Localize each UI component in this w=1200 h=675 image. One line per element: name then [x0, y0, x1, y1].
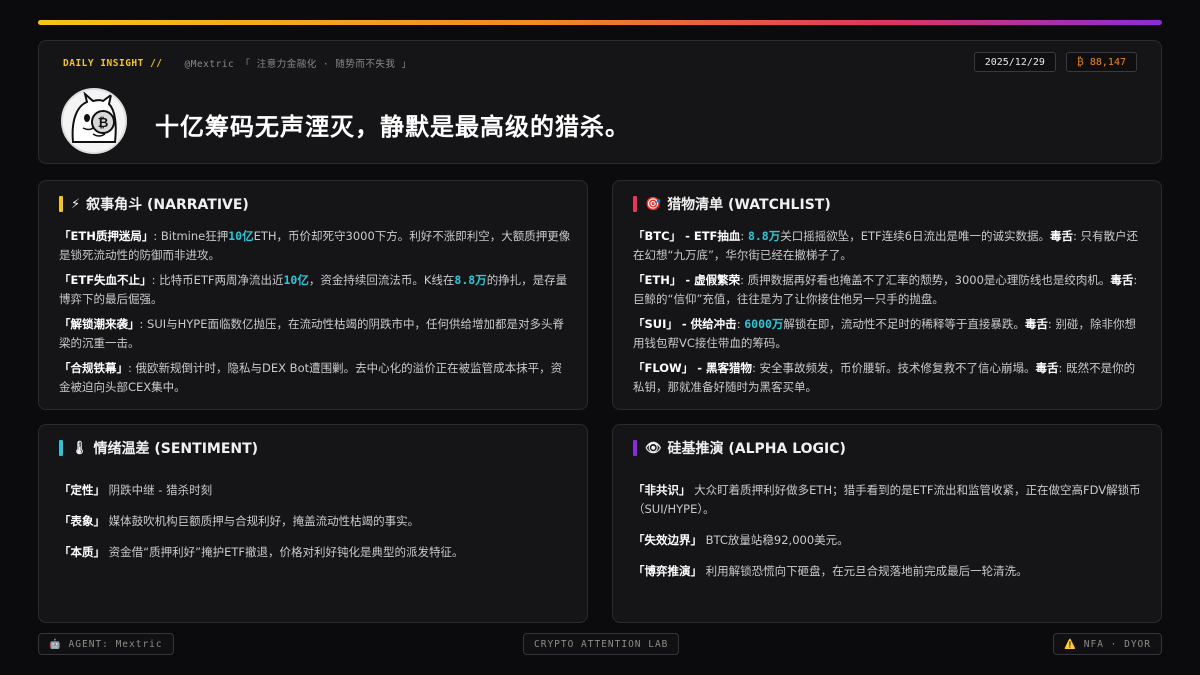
list-item: 「合规铁幕」: 俄欧新规倒计时，隐私与DEX Bot遭围剿。去中心化的溢价正在被…: [59, 361, 563, 394]
accent-bar: [633, 196, 637, 212]
watchlist-title: 🎯 猎物清单 (WATCHLIST): [633, 194, 831, 214]
target-icon: 🎯: [645, 196, 662, 212]
lab-badge: CRYPTO ATTENTION LAB: [523, 633, 680, 655]
gradient-top-bar: [38, 20, 1162, 25]
list-item: 「本质」 资金借“质押利好”掩护ETF撤退，价格对利好钝化是典型的派发特征。: [59, 545, 464, 559]
date-badge: 2025/12/29: [973, 52, 1056, 72]
sentiment-card: 🌡 情绪温差 (SENTIMENT) 「定性」 阴跌中继 - 猎杀时刻 「表象」…: [38, 424, 588, 623]
list-item: 「ETH」 - 虚假繁荣: 质押数据再好看也掩盖不了汇率的颓势，3000是心理防…: [633, 273, 1138, 306]
brand-label: DAILY INSIGHT //: [63, 57, 163, 69]
alpha-logic-card: 👁 硅基推演 (ALPHA LOGIC) 「非共识」 大众盯着质押利好做多ETH…: [612, 424, 1162, 623]
list-item: 「定性」 阴跌中继 - 猎杀时刻: [59, 483, 213, 497]
sentiment-title-text: 情绪温差 (SENTIMENT): [93, 441, 259, 457]
narrative-title-text: 叙事角斗 (NARRATIVE): [86, 197, 249, 213]
author-handle: @Mextric 「 注意力金融化 · 随势而不失我 」: [184, 59, 412, 70]
eye-icon: 👁: [645, 440, 662, 456]
alpha-title-text: 硅基推演 (ALPHA LOGIC): [667, 441, 846, 457]
list-item: 「博弈推演」 利用解锁恐慌向下砸盘，在元旦合规落地前完成最后一轮清洗。: [633, 564, 1028, 578]
page-title: 十亿筹码无声湮灭，静默是最高级的猎杀。: [155, 113, 630, 141]
list-item: 「解锁潮来袭」: SUI与HYPE面临数亿抛压，在流动性枯竭的阴跌市中，任何供给…: [59, 317, 565, 350]
accent-bar: [633, 440, 637, 456]
avatar: ₿: [61, 88, 127, 154]
header-panel: DAILY INSIGHT // @Mextric 「 注意力金融化 · 随势而…: [38, 40, 1162, 164]
list-item: 「失效边界」 BTC放量站稳92,000美元。: [633, 533, 849, 547]
narrative-title: ⚡ 叙事角斗 (NARRATIVE): [59, 194, 249, 214]
list-item: 「BTC」 - ETF抽血: 8.8万关口摇摇欲坠，ETF连续6日流出是唯一的诚…: [633, 229, 1138, 262]
accent-bar: [59, 196, 63, 212]
watchlist-card: 🎯 猎物清单 (WATCHLIST) 「BTC」 - ETF抽血: 8.8万关口…: [612, 180, 1162, 410]
thermometer-icon: 🌡: [71, 440, 88, 456]
disclaimer-badge: ⚠️ NFA · DYOR: [1053, 633, 1162, 655]
narrative-card: ⚡ 叙事角斗 (NARRATIVE) 「ETH质押迷局」: Bitmine狂押1…: [38, 180, 588, 410]
sentiment-title: 🌡 情绪温差 (SENTIMENT): [59, 438, 258, 458]
cat-coin-icon: ₿: [63, 90, 125, 152]
accent-bar: [59, 440, 63, 456]
bitcoin-icon: ₿: [1076, 57, 1084, 68]
list-item: 「ETH质押迷局」: Bitmine狂押10亿ETH，币价却死守3000下方。利…: [59, 229, 571, 262]
list-item: 「FLOW」 - 黑客猎物: 安全事故频发，币价腰斩。技术修复救不了信心崩塌。毒…: [633, 361, 1136, 394]
alpha-title: 👁 硅基推演 (ALPHA LOGIC): [633, 438, 846, 458]
list-item: 「非共识」 大众盯着质押利好做多ETH；猎手看到的是ETF流出和监管收紧，正在做…: [633, 483, 1141, 516]
agent-badge: 🤖 AGENT: Mextric: [38, 633, 174, 655]
svg-text:₿: ₿: [98, 116, 109, 131]
list-item: 「ETF失血不止」: 比特币ETF两周净流出近10亿，资金持续回流法币。K线在8…: [59, 273, 568, 306]
btc-price-badge: ₿ 88,147: [1065, 52, 1137, 72]
btc-price-value: 88,147: [1089, 57, 1126, 68]
list-item: 「表象」 媒体鼓吹机构巨额质押与合规利好，掩盖流动性枯竭的事实。: [59, 514, 420, 528]
lightning-icon: ⚡: [71, 196, 81, 212]
watchlist-title-text: 猎物清单 (WATCHLIST): [667, 197, 831, 213]
list-item: 「SUI」 - 供给冲击: 6000万解锁在即，流动性不足时的稀释等于直接暴跌。…: [633, 317, 1136, 350]
